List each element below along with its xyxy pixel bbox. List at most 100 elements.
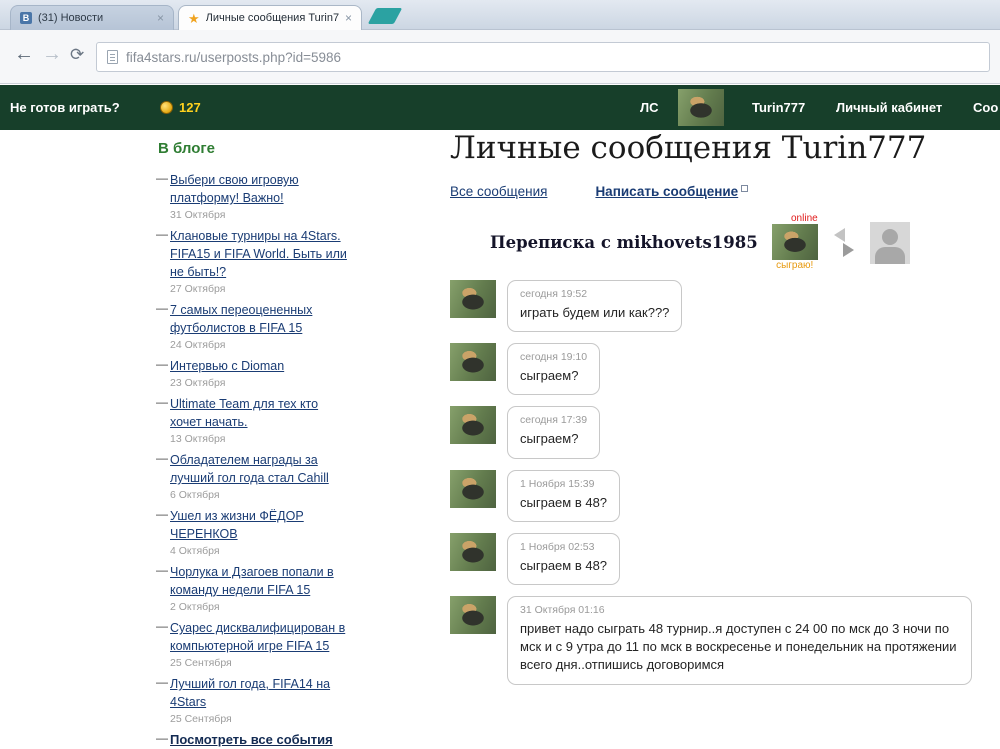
blog-link[interactable]: Суарес дисквалифицирован в компьютерной …: [170, 621, 345, 653]
page-icon: [107, 50, 118, 64]
conversation-header: Переписка с mikhovets1985 online сыграю!: [450, 213, 972, 272]
message-bubble: сегодня 17:39 сыграем?: [507, 406, 600, 458]
arrow-right-icon: [843, 243, 854, 257]
sender-avatar[interactable]: [450, 470, 496, 508]
page-title: Личные сообщения Turin777: [450, 130, 972, 166]
conversation-title: Переписка с mikhovets1985: [490, 233, 758, 252]
message-row: 31 Октября 01:16 привет надо сыграть 48 …: [450, 596, 972, 685]
blog-link[interactable]: Обладателем награды за лучший гол года с…: [170, 453, 329, 485]
message-bubble: сегодня 19:10 сыграем?: [507, 343, 600, 395]
status-question-link[interactable]: Не готов играть?: [10, 85, 120, 130]
star-favicon-icon: ★: [188, 12, 200, 25]
blog-link[interactable]: Лучший гол года, FIFA14 на 4Stars: [170, 677, 330, 709]
browser-tab-strip: B (31) Новости × ★ Личные сообщения Turi…: [0, 0, 1000, 30]
list-item: Интервью с Dioman 23 Октября: [156, 357, 348, 389]
tab-messages-label: Личные сообщения Turin77: [206, 12, 339, 24]
blog-date: 6 Октября: [170, 489, 348, 501]
write-message-wrap[interactable]: Написать сообщение: [595, 184, 748, 199]
close-icon[interactable]: ×: [157, 12, 164, 24]
list-item: 7 самых переоцененных футболистов в FIFA…: [156, 301, 348, 351]
message-row: 1 Ноября 15:39 сыграем в 48?: [450, 470, 972, 522]
coin-icon: [160, 101, 173, 114]
coins-block: 127: [160, 85, 201, 130]
message-time: 1 Ноября 15:39: [520, 478, 607, 490]
message-bubble: 1 Ноября 02:53 сыграем в 48?: [507, 533, 620, 585]
user-avatar[interactable]: [678, 89, 724, 126]
message-time: сегодня 19:10: [520, 351, 587, 363]
blog-title: В блоге: [158, 140, 348, 157]
message-bubble: сегодня 19:52 играть будем или как???: [507, 280, 682, 332]
list-item: Чорлука и Дзагоев попали в команду недел…: [156, 563, 348, 613]
message-text: сыграем в 48?: [520, 557, 607, 575]
list-item: Клановые турниры на 4Stars. FIFA15 и FIF…: [156, 227, 348, 295]
url-text: fifa4stars.ru/userposts.php?id=5986: [126, 50, 341, 65]
blog-link[interactable]: 7 самых переоцененных футболистов в FIFA…: [170, 303, 312, 335]
tab-messages[interactable]: ★ Личные сообщения Turin77 ×: [178, 5, 362, 30]
list-item: Выбери свою игровую платформу! Важно! 31…: [156, 171, 348, 221]
blog-link[interactable]: Ушел из жизни ФЁДОР ЧЕРЕНКОВ: [170, 509, 304, 541]
message-text: сыграем?: [520, 430, 587, 448]
message-row: сегодня 19:52 играть будем или как???: [450, 280, 972, 332]
close-icon[interactable]: ×: [345, 12, 352, 24]
blog-link[interactable]: Выбери свою игровую платформу! Важно!: [170, 173, 299, 205]
write-message-link[interactable]: Написать сообщение: [595, 184, 738, 199]
list-item: Ultimate Team для тех кто хочет начать. …: [156, 395, 348, 445]
messages-main: Личные сообщения Turin777 Все сообщения …: [450, 124, 972, 696]
news-favicon-icon: B: [20, 12, 32, 24]
blog-date: 31 Октября: [170, 209, 348, 221]
play-status[interactable]: сыграю!: [776, 260, 813, 272]
message-row: сегодня 19:10 сыграем?: [450, 343, 972, 395]
messages-nav: Все сообщения Написать сообщение: [450, 184, 972, 199]
message-time: сегодня 19:52: [520, 288, 669, 300]
blog-link[interactable]: Интервью с Dioman: [170, 359, 284, 373]
external-link-icon: [741, 185, 748, 192]
message-time: 31 Октября 01:16: [520, 604, 959, 616]
sender-avatar[interactable]: [450, 533, 496, 571]
sender-avatar[interactable]: [450, 343, 496, 381]
new-tab-button[interactable]: [368, 8, 403, 24]
arrow-left-icon: [834, 228, 845, 242]
tab-news[interactable]: B (31) Новости ×: [10, 5, 174, 30]
address-bar[interactable]: fifa4stars.ru/userposts.php?id=5986: [96, 42, 990, 72]
message-bubble: 1 Ноября 15:39 сыграем в 48?: [507, 470, 620, 522]
list-item: Ушел из жизни ФЁДОР ЧЕРЕНКОВ 4 Октября: [156, 507, 348, 557]
sender-avatar[interactable]: [450, 406, 496, 444]
message-row: сегодня 17:39 сыграем?: [450, 406, 972, 458]
view-all-events-link[interactable]: Посмотреть все события: [170, 732, 333, 747]
back-icon[interactable]: ←: [14, 43, 34, 66]
message-row: 1 Ноября 02:53 сыграем в 48?: [450, 533, 972, 585]
sender-avatar[interactable]: [450, 280, 496, 318]
browser-toolbar: ← → ⟳ fifa4stars.ru/userposts.php?id=598…: [0, 30, 1000, 84]
list-item: Суарес дисквалифицирован в компьютерной …: [156, 619, 348, 669]
blog-date: 4 Октября: [170, 545, 348, 557]
blog-date: 23 Октября: [170, 377, 348, 389]
coins-count: 127: [179, 100, 201, 115]
opponent-avatar[interactable]: [772, 224, 818, 260]
versus-arrows-icon: [834, 228, 854, 257]
list-item: Обладателем награды за лучший гол года с…: [156, 451, 348, 501]
blog-date: 13 Октября: [170, 433, 348, 445]
list-item: Лучший гол года, FIFA14 на 4Stars 25 Сен…: [156, 675, 348, 725]
forward-icon[interactable]: →: [42, 43, 62, 66]
blog-date: 2 Октября: [170, 601, 348, 613]
message-bubble: 31 Октября 01:16 привет надо сыграть 48 …: [507, 596, 972, 685]
list-item: Посмотреть все события: [156, 731, 348, 749]
message-text: привет надо сыграть 48 турнир..я доступе…: [520, 620, 959, 675]
message-text: играть будем или как???: [520, 304, 669, 322]
tab-news-label: (31) Новости: [38, 12, 151, 24]
blog-date: 25 Сентября: [170, 657, 348, 669]
blog-sidebar: В блоге Выбери свою игровую платформу! В…: [156, 140, 348, 749]
online-status: online: [791, 213, 818, 224]
community-link[interactable]: Соо: [973, 85, 998, 130]
refresh-icon[interactable]: ⟳: [70, 45, 84, 65]
all-messages-link[interactable]: Все сообщения: [450, 184, 547, 199]
opponent-avatar-block: online сыграю!: [772, 213, 818, 272]
default-avatar: [870, 222, 910, 264]
blog-link[interactable]: Клановые турниры на 4Stars. FIFA15 и FIF…: [170, 229, 347, 279]
sender-avatar[interactable]: [450, 596, 496, 634]
blog-link[interactable]: Ultimate Team для тех кто хочет начать.: [170, 397, 318, 429]
blog-date: 25 Сентября: [170, 713, 348, 725]
message-text: сыграем?: [520, 367, 587, 385]
message-text: сыграем в 48?: [520, 494, 607, 512]
blog-link[interactable]: Чорлука и Дзагоев попали в команду недел…: [170, 565, 334, 597]
